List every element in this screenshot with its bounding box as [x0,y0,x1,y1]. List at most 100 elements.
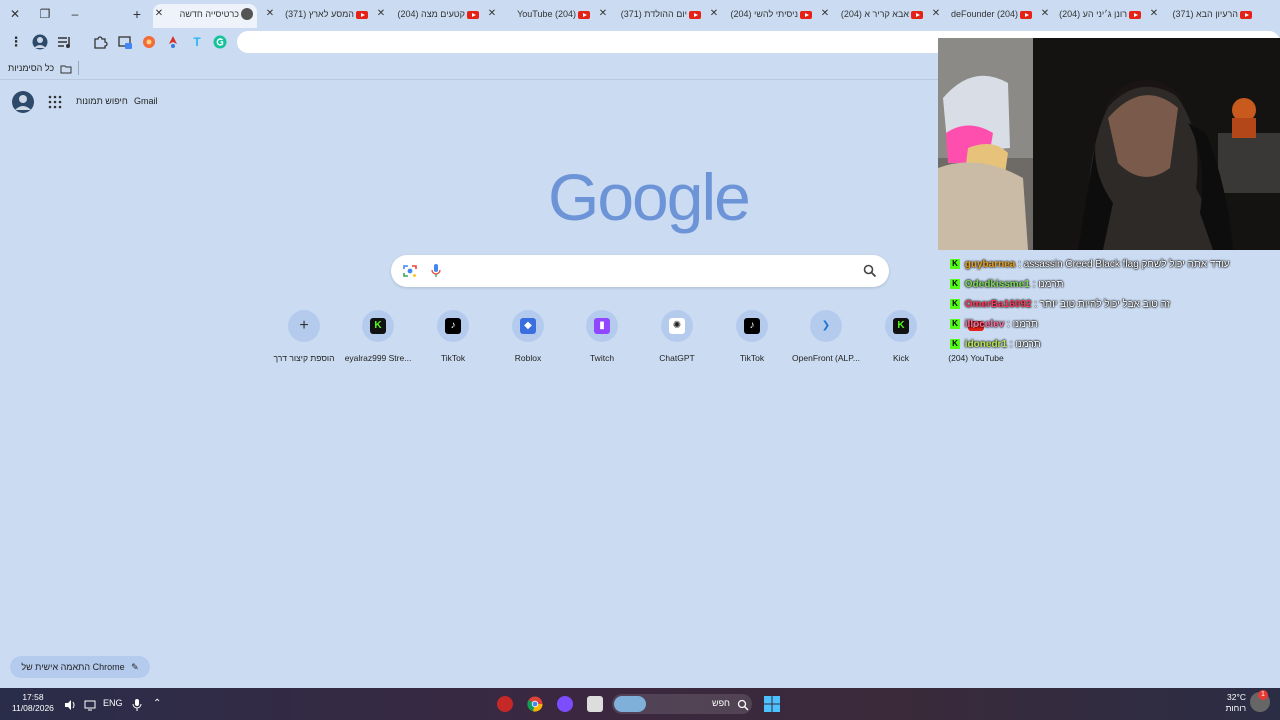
taskbar-search-box[interactable]: חפש [612,694,752,714]
google-lens-icon[interactable] [403,264,417,278]
kick-icon: K [370,318,386,334]
youtube-icon [911,10,923,19]
notification-avatar[interactable]: 1 [1250,690,1270,712]
search-box[interactable] [391,255,889,287]
roblox-icon: ◆ [520,318,536,334]
tiktok-icon: ♪ [744,318,760,334]
shortcut-label: OpenFront (ALP... [792,353,860,363]
volume-icon[interactable] [64,698,76,710]
gmail-link[interactable]: Gmail [134,96,158,106]
tab-youtube[interactable]: ✕ רונן ג׳יני הע (204) [1039,4,1145,24]
tab-close-icon[interactable]: ✕ [1039,4,1051,24]
tab-youtube[interactable]: ✕ הרעיון הבא (371) [1148,4,1256,24]
tab-close-icon[interactable]: ✕ [597,4,609,24]
weather-condition: רוחות [1225,703,1246,713]
tab-youtube[interactable]: ✕ קטעים מצה (204) [375,4,483,24]
tab-title: המסע לארץ (371) [285,9,354,19]
youtube-icon [1020,10,1032,19]
minimize-window-button[interactable]: – [64,4,86,24]
taskbar-discord-icon[interactable] [557,696,573,712]
chat-text: : assassin Creed Black flag עודד אתה יכו… [1018,259,1230,270]
tab-close-icon[interactable]: ✕ [708,4,720,24]
tab-close-icon[interactable]: ✕ [375,4,387,24]
extension-orange-icon[interactable] [141,34,157,50]
shortcut-tile[interactable]: ❯ OpenFront (ALP... [788,310,864,363]
chat-username: OmerBa16092 [964,299,1032,310]
search-icon[interactable] [863,264,877,278]
weather-temperature: 32°C [1227,692,1246,702]
tab-close-icon[interactable]: ✕ [264,4,276,24]
tab-close-icon[interactable]: ✕ [1148,4,1160,24]
webcam-overlay [938,38,1280,250]
tab-youtube[interactable]: ✕ ניסיתי להשי (204) [708,4,816,24]
google-apps-icon[interactable] [48,95,62,109]
shortcut-icon-bg: ♪ [437,310,469,342]
shortcut-tile[interactable]: ♪ TikTok [714,310,790,363]
close-window-button[interactable]: ✕ [4,4,26,24]
tab-close-icon[interactable]: ✕ [930,4,942,24]
tab-youtube[interactable]: ✕ המסע לארץ (371) [264,4,372,24]
tab-youtube[interactable]: ✕ יום ההולדת (371) [597,4,705,24]
weather-widget[interactable]: 32°C רוחות [1224,692,1246,714]
google-account-avatar[interactable] [12,91,34,113]
restore-window-button[interactable]: ❐ [34,4,56,24]
openfront-icon: ❯ [821,320,831,331]
taskbar-app-red-icon[interactable] [497,696,513,712]
shortcut-label: TikTok [440,353,466,363]
shortcut-label: Twitch [589,353,615,363]
youtube-icon [800,10,812,19]
shortcut-icon-bg: + [288,310,320,342]
tab-search-icon[interactable] [117,34,133,50]
shortcut-tile[interactable]: Keyalraz999 Stre... [340,310,416,363]
taskbar-chrome-icon[interactable] [527,696,543,712]
shortcut-icon-bg: ♪ [736,310,768,342]
search-highlight-icon [614,696,646,712]
tab-youtube[interactable]: ✕ אבא קריר א (204) [819,4,927,24]
profile-avatar[interactable] [32,34,48,50]
shortcut-tile[interactable]: K Kick [863,310,939,363]
extension-rocket-icon[interactable] [165,34,181,50]
images-search-link[interactable]: חיפוש תמונות [76,96,128,106]
bookmarks-divider [78,61,79,75]
shortcut-tile[interactable]: ▮ Twitch [564,310,640,363]
taskbar-file-icon[interactable] [587,696,603,712]
extension-grammarly-icon[interactable] [212,34,228,50]
shortcut-tile[interactable]: + הוספת קיצור דרך [266,310,342,363]
tab-title: ניסיתי להשי (204) [730,9,798,19]
tab-new-tab[interactable]: ✕ כרטיסייה חדשה [153,4,257,28]
menu-kebab-icon[interactable]: ⋮ [8,34,24,50]
shortcut-label: ChatGPT [659,353,695,363]
shortcut-label: eyalraz999 Stre... [344,353,412,363]
network-icon[interactable] [84,698,96,711]
tab-close-icon[interactable]: ✕ [819,4,831,24]
chevron-up-icon[interactable]: ⌃ [153,698,161,709]
extension-translate-icon[interactable]: T [189,34,205,50]
folder-icon [60,65,72,74]
tab-title: YouTube (204) [517,9,576,19]
new-tab-button[interactable]: + [126,4,148,24]
clock-time: 17:58 [22,692,44,702]
shortcut-label: הוספת קיצור דרך [273,353,335,363]
shortcut-icon-bg: K [362,310,394,342]
tab-close-icon[interactable]: ✕ [486,4,498,24]
chat-username: illocelev [964,319,1005,330]
media-controls-icon[interactable] [56,34,72,50]
shortcut-tile[interactable]: ♪ TikTok [415,310,491,363]
customize-chrome-button[interactable]: התאמה אישית של Chrome ✎ [10,656,150,678]
tab-strip: ✕ ❐ – + ✕ הרעיון הבא (371) ✕ רונן ג׳יני הע … [0,0,1280,28]
clock[interactable]: 17:58 11/08/2026 [12,692,54,714]
microphone-icon[interactable] [132,698,142,711]
tab-youtube[interactable]: ✕ deFounder (204) [930,4,1036,24]
windows-start-icon[interactable] [764,696,780,712]
voice-search-icon[interactable] [431,264,441,278]
language-indicator[interactable]: ENG [103,698,123,708]
tab-close-icon[interactable]: ✕ [153,4,165,24]
shortcut-icon-bg: ❯ [810,310,842,342]
shortcut-tile[interactable]: ◆ Roblox [490,310,566,363]
extensions-icon[interactable] [92,34,108,50]
tab-youtube[interactable]: ✕ YouTube (204) [486,4,594,24]
plus-icon: + [299,317,309,334]
all-bookmarks-button[interactable]: כל הסימניות [8,60,72,76]
google-logo: Google [548,160,751,234]
shortcut-tile[interactable]: ✺ ChatGPT [639,310,715,363]
